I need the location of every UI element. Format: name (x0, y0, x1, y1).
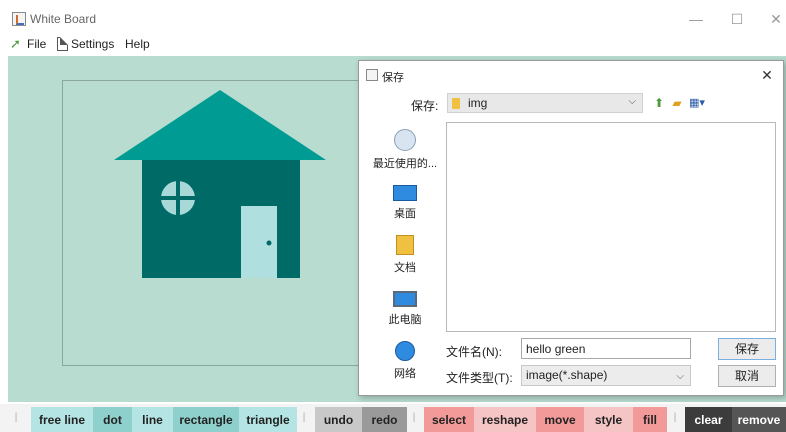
select-button[interactable]: select (424, 407, 474, 432)
desktop-icon (393, 185, 417, 201)
view-menu-icon[interactable]: ▦▾ (686, 95, 708, 111)
up-one-level-icon[interactable]: ⬆ (651, 95, 667, 111)
fill-button[interactable]: fill (633, 407, 667, 432)
place-desktop[interactable]: 桌面 (367, 183, 443, 233)
menu-help-label: Help (125, 37, 150, 51)
menu-settings[interactable]: Settings (57, 36, 114, 52)
redo-button[interactable]: redo (362, 407, 407, 432)
place-documents[interactable]: 文档 (367, 235, 443, 285)
reshape-button[interactable]: reshape (474, 407, 536, 432)
dialog-title: 保存 (382, 72, 404, 84)
java-app-icon (366, 69, 378, 81)
dialog-close-icon[interactable]: ✕ (757, 65, 777, 85)
toolbar-separator: | (412, 412, 416, 423)
filetype-label: 文件类型(T): (446, 371, 513, 385)
triangle-button[interactable]: triangle (239, 407, 297, 432)
chevron-down-icon: ⌵ (676, 371, 684, 382)
maximize-button[interactable]: ☐ (722, 8, 752, 30)
window-title: White Board (30, 12, 97, 26)
open-folder-icon: ➚ (10, 36, 21, 51)
tool-bar: | free line dot line rectangle triangle … (0, 404, 786, 432)
place-recent[interactable]: 最近使用的... (367, 129, 443, 179)
place-label: 最近使用的... (372, 158, 438, 170)
computer-icon (393, 291, 417, 307)
minimize-button[interactable]: — (681, 8, 711, 30)
current-folder: img (468, 96, 488, 110)
line-button[interactable]: line (132, 407, 173, 432)
menu-bar: ➚ File Settings Help (0, 34, 786, 54)
toolbar-separator: | (302, 412, 306, 423)
place-network[interactable]: 网络 (367, 341, 443, 391)
door-knob-dot[interactable] (266, 240, 272, 246)
new-folder-icon[interactable]: ▰ (669, 95, 685, 111)
java-app-icon (12, 12, 26, 26)
recent-icon (394, 129, 416, 151)
toolbar-separator: | (673, 412, 677, 423)
rectangle-button[interactable]: rectangle (173, 407, 239, 432)
place-computer[interactable]: 此电脑 (367, 289, 443, 339)
title-bar: White Board — ☐ ✕ (0, 0, 786, 34)
save-dialog: 保存 ✕ 保存: img ⌵ ⬆ ▰ ▦▾ 最近使用的... 桌面 文档 此电脑… (358, 60, 784, 396)
chevron-down-icon: ⌵ (628, 96, 636, 107)
close-button[interactable]: ✕ (761, 8, 786, 30)
place-label: 网络 (394, 368, 416, 380)
filetype-dropdown[interactable]: image(*.shape) ⌵ (521, 365, 691, 386)
filename-input[interactable] (521, 338, 691, 359)
menu-help[interactable]: Help (125, 36, 150, 52)
menu-file-label: File (27, 37, 47, 51)
menu-settings-label: Settings (71, 37, 115, 51)
menu-file[interactable]: ➚ File (10, 36, 46, 52)
place-label: 桌面 (394, 208, 416, 220)
dot-button[interactable]: dot (93, 407, 132, 432)
remove-button[interactable]: remove (732, 407, 786, 432)
filename-label: 文件名(N): (446, 345, 502, 359)
clear-button[interactable]: clear (685, 407, 732, 432)
save-button[interactable]: 保存 (718, 338, 776, 360)
file-list[interactable] (446, 122, 776, 332)
place-label: 文档 (394, 262, 416, 274)
undo-button[interactable]: undo (315, 407, 362, 432)
places-sidebar: 最近使用的... 桌面 文档 此电脑 网络 (367, 123, 443, 391)
place-label: 此电脑 (388, 314, 422, 326)
filetype-value: image(*.shape) (526, 368, 608, 382)
move-button[interactable]: move (536, 407, 584, 432)
free-line-button[interactable]: free line (31, 407, 93, 432)
folder-icon (452, 97, 460, 109)
dialog-title-bar: 保存 ✕ (359, 61, 783, 89)
toolbar-separator: | (14, 412, 18, 423)
document-icon (57, 37, 68, 51)
cancel-button[interactable]: 取消 (718, 365, 776, 387)
save-in-dropdown[interactable]: img ⌵ (447, 93, 643, 113)
house-door-rectangle[interactable] (241, 206, 277, 278)
style-button[interactable]: style (584, 407, 633, 432)
house-roof-triangle[interactable] (114, 90, 326, 160)
network-icon (395, 341, 415, 361)
documents-icon (396, 235, 414, 255)
save-in-label: 保存: (411, 99, 439, 113)
